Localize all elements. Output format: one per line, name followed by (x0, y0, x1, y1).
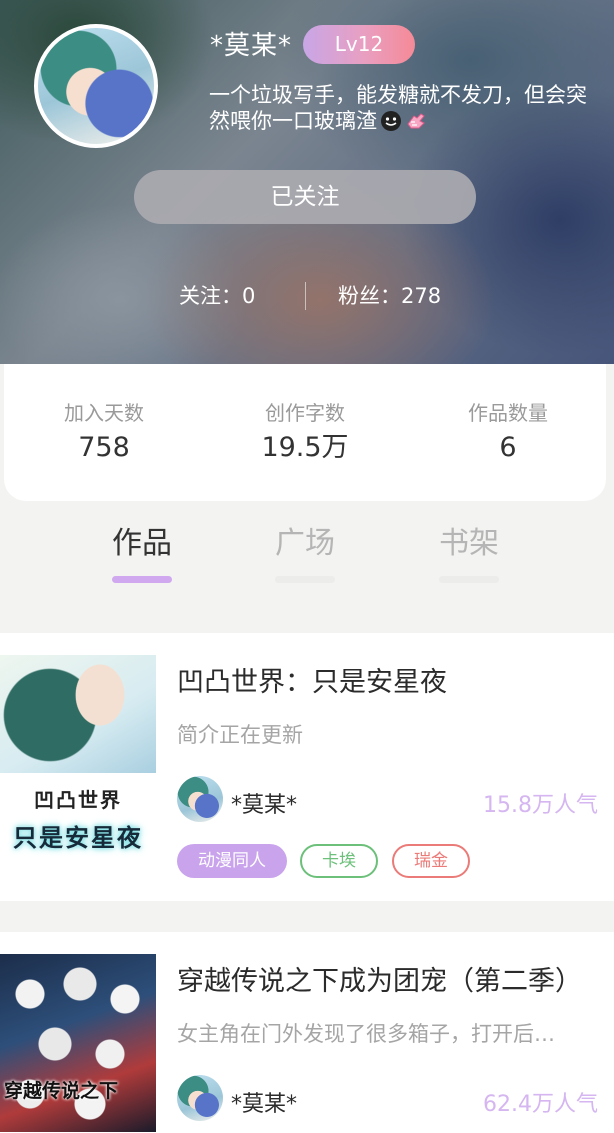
work-description: 简介正在更新 (177, 723, 303, 747)
profile-avatar[interactable] (34, 24, 158, 148)
cover-art-top-text: 凹凸世界 (34, 788, 122, 812)
profile-bio: 一个垃圾写手，能发糖就不发刀，但会突然喂你一口玻璃渣 (209, 82, 599, 134)
author-name[interactable]: *莫某* (231, 787, 297, 819)
fans-label: 粉丝： (338, 284, 401, 308)
counts-divider (305, 282, 306, 310)
work-description: 女主角在门外发现了很多箱子，打开后… (177, 1022, 555, 1046)
tab-indicator-active (112, 576, 172, 583)
work-cover[interactable]: 穿越传说之下 (0, 954, 156, 1132)
popularity-count: 15.8万人气 (483, 793, 598, 818)
stat-word-count: 创作字数 19.5万 (205, 398, 405, 468)
tab-square[interactable]: 广场 (245, 520, 365, 568)
fans-value: 278 (401, 284, 442, 308)
following-label: 关注： (179, 284, 242, 308)
stat-value: 758 (78, 432, 130, 463)
tab-indicator (275, 576, 335, 583)
tag-outline[interactable]: 瑞金 (392, 844, 470, 878)
work-title[interactable]: 穿越传说之下成为团宠（第二季） (177, 959, 582, 998)
work-card[interactable]: 凹凸世界 只是安星夜 凹凸世界：只是安星夜 简介正在更新 *莫某* 15.8万人… (0, 633, 614, 901)
work-cover[interactable]: 凹凸世界 只是安星夜 (0, 655, 156, 875)
stat-works-count: 作品数量 6 (408, 398, 608, 468)
stat-label: 作品数量 (468, 401, 548, 425)
cover-art-bottom-text: 只是安星夜 (13, 824, 143, 852)
tab-indicator (439, 576, 499, 583)
tag-filled[interactable]: 动漫同人 (177, 844, 287, 878)
following-value: 0 (242, 284, 256, 308)
tag-outline[interactable]: 卡埃 (300, 844, 378, 878)
profile-username: *莫某* (210, 31, 293, 61)
tab-works[interactable]: 作品 (82, 520, 202, 568)
profile-header: *莫某* Lv12 一个垃圾写手，能发糖就不发刀，但会突然喂你一口玻璃渣 已关注… (0, 0, 614, 364)
stat-value: 6 (499, 432, 517, 463)
following-count[interactable]: 关注：0 (179, 276, 255, 316)
stat-label: 加入天数 (64, 401, 144, 425)
work-card[interactable]: 穿越传说之下 穿越传说之下成为团宠（第二季） 女主角在门外发现了很多箱子，打开后… (0, 932, 614, 1133)
pink-hand-icon (407, 113, 425, 129)
work-title[interactable]: 凹凸世界：只是安星夜 (177, 660, 447, 699)
stats-card: 加入天数 758 创作字数 19.5万 作品数量 6 (4, 364, 606, 501)
stat-value: 19.5万 (261, 432, 349, 463)
follow-button[interactable]: 已关注 (134, 170, 476, 224)
fans-count[interactable]: 粉丝：278 (338, 276, 441, 316)
cover-title-art: 凹凸世界 只是安星夜 (0, 773, 156, 875)
author-avatar[interactable] (177, 776, 223, 822)
stat-label: 创作字数 (265, 401, 345, 425)
tab-bookshelf[interactable]: 书架 (409, 520, 529, 568)
author-avatar[interactable] (177, 1075, 223, 1121)
cover-illustration (0, 655, 156, 773)
author-name[interactable]: *莫某* (231, 1086, 297, 1118)
follow-counts: 关注：0 粉丝：278 (0, 276, 614, 316)
stat-join-days: 加入天数 758 (4, 398, 204, 468)
popularity-count: 62.4万人气 (483, 1092, 598, 1117)
cover-caption-text: 穿越传说之下 (4, 1080, 119, 1102)
smiling-face-icon (381, 111, 401, 131)
level-badge: Lv12 (303, 25, 415, 64)
